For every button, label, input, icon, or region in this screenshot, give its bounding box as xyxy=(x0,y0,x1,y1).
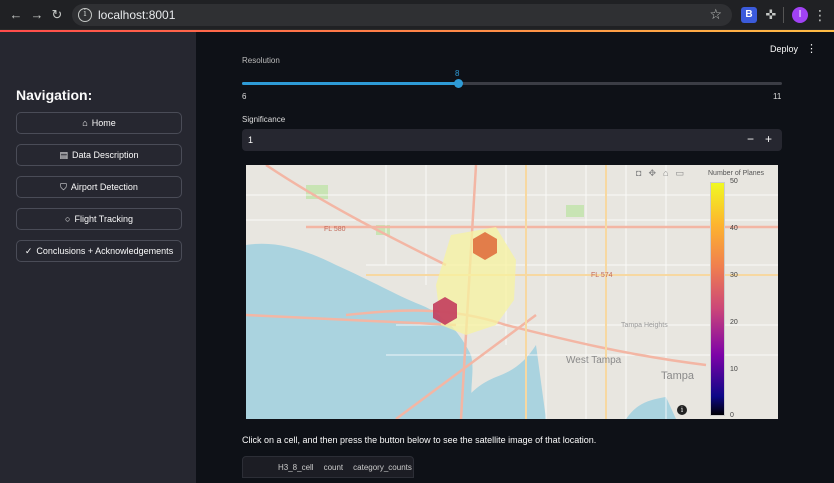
main-content: Deploy ⋮ Resolution 8 6 11 Significance … xyxy=(196,32,834,483)
colorbar-title: Number of Planes xyxy=(708,170,765,177)
browser-toolbar: ← → ↻ i localhost:8001 ☆ B ✜ I ⋮ xyxy=(0,0,834,30)
site-info-icon[interactable]: i xyxy=(78,8,92,22)
map-road-label: FL 580 xyxy=(324,226,346,233)
sidebar: Navigation: ⌂ Home ▤ Data Description ⛉ … xyxy=(0,32,196,483)
slider-fill xyxy=(242,82,458,85)
significance-number-input[interactable]: 1 − + xyxy=(242,129,782,151)
deploy-button[interactable]: Deploy xyxy=(770,44,798,54)
sidebar-item-airport-detection[interactable]: ⛉ Airport Detection xyxy=(16,176,182,198)
resolution-label: Resolution xyxy=(242,56,280,64)
url-text: localhost:8001 xyxy=(98,8,176,22)
map-label-west-tampa: West Tampa xyxy=(566,355,622,366)
decrement-button[interactable]: − xyxy=(747,132,754,146)
profile-avatar[interactable]: I xyxy=(792,7,808,23)
circle-icon: ○ xyxy=(65,214,71,224)
back-arrow-icon[interactable]: ← xyxy=(8,7,24,23)
slider-current-value: 8 xyxy=(455,69,460,78)
sidebar-item-home[interactable]: ⌂ Home xyxy=(16,112,182,134)
sidebar-item-flight-tracking[interactable]: ○ Flight Tracking xyxy=(16,208,182,230)
badge-icon: ⛉ xyxy=(60,181,67,192)
map-label-tampa-heights: Tampa Heights xyxy=(621,322,668,329)
reload-icon[interactable]: ↻ xyxy=(49,7,65,23)
resolution-slider[interactable] xyxy=(242,79,782,88)
sidebar-item-label: Conclusions + Acknowledgements xyxy=(36,246,174,256)
data-table-header: H3_8_cell count category_counts xyxy=(242,456,414,478)
map-attribution-info-icon[interactable]: i xyxy=(677,405,687,415)
park xyxy=(566,205,584,217)
colorbar-tick: 40 xyxy=(730,225,738,232)
slider-max-label: 11 xyxy=(773,92,782,101)
slider-min-label: 6 xyxy=(242,92,247,101)
camera-icon[interactable]: ◘ xyxy=(636,168,641,179)
colorbar-tick: 0 xyxy=(730,412,734,419)
increment-button[interactable]: + xyxy=(765,132,772,146)
colorbar-tick: 50 xyxy=(730,178,738,185)
sidebar-item-conclusions[interactable]: ✓ Conclusions + Acknowledgements xyxy=(16,240,182,262)
map-road-label: FL 574 xyxy=(591,272,613,279)
address-bar[interactable]: i localhost:8001 ☆ xyxy=(72,4,732,26)
sidebar-item-label: Flight Tracking xyxy=(74,214,133,224)
app-menu-icon[interactable]: ⋮ xyxy=(806,42,817,55)
extension-b-icon[interactable]: B xyxy=(741,7,757,23)
hexbin-map[interactable]: West Tampa Tampa Tampa Heights FL 580 FL… xyxy=(246,165,778,419)
colorbar-tick: 20 xyxy=(730,319,738,326)
sidebar-item-label: Airport Detection xyxy=(70,182,138,192)
home-icon: ⌂ xyxy=(82,118,88,128)
column-header[interactable]: H3_8_cell xyxy=(243,463,319,472)
browser-menu-icon[interactable]: ⋮ xyxy=(812,7,828,23)
slider-thumb[interactable] xyxy=(454,79,463,88)
colorbar-tick: 30 xyxy=(730,272,738,279)
bookmark-star-icon[interactable]: ☆ xyxy=(709,6,722,23)
significance-value: 1 xyxy=(248,135,254,145)
sidebar-item-data-description[interactable]: ▤ Data Description xyxy=(16,144,182,166)
instruction-text: Click on a cell, and then press the butt… xyxy=(242,435,597,445)
map-label-tampa: Tampa xyxy=(661,370,695,382)
sidebar-item-label: Data Description xyxy=(71,150,139,160)
forward-arrow-icon[interactable]: → xyxy=(29,7,45,23)
plot-modebar: ◘ ✥ ⌂ ▭ xyxy=(636,168,684,179)
extensions-puzzle-icon[interactable]: ✜ xyxy=(763,7,779,23)
column-header[interactable]: count xyxy=(319,463,349,472)
sidebar-title: Navigation: xyxy=(16,87,93,103)
toolbar-divider xyxy=(783,7,784,23)
map-tiles: West Tampa Tampa Tampa Heights FL 580 FL… xyxy=(246,165,778,419)
colorbar-tick: 10 xyxy=(730,366,738,373)
sidebar-item-label: Home xyxy=(91,118,116,128)
column-header[interactable]: category_counts xyxy=(348,463,417,472)
colorbar xyxy=(710,182,725,416)
table-icon: ▤ xyxy=(59,149,68,160)
check-circle-icon: ✓ xyxy=(24,245,33,256)
significance-label: Significance xyxy=(242,115,286,124)
select-icon[interactable]: ▭ xyxy=(675,168,684,179)
pan-icon[interactable]: ✥ xyxy=(648,168,656,179)
home-reset-icon[interactable]: ⌂ xyxy=(663,168,668,179)
